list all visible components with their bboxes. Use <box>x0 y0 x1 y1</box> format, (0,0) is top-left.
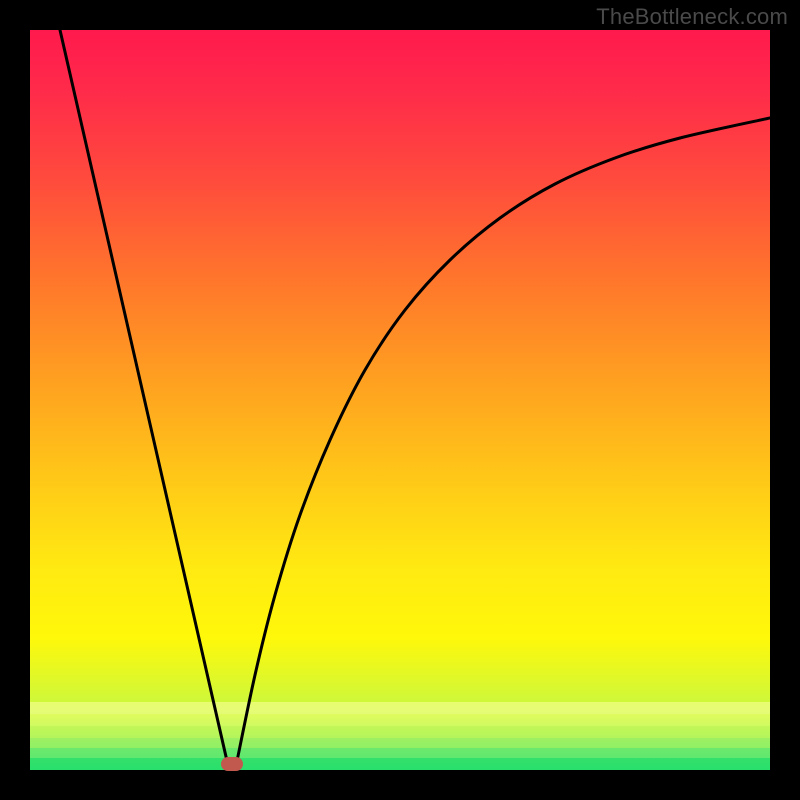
curve-right-branch <box>237 118 770 761</box>
curve-left-branch <box>60 30 227 761</box>
curve-layer <box>30 30 770 770</box>
chart-frame: TheBottleneck.com <box>0 0 800 800</box>
plot-area <box>30 30 770 770</box>
watermark-text: TheBottleneck.com <box>596 4 788 30</box>
minimum-marker-icon <box>221 757 243 771</box>
